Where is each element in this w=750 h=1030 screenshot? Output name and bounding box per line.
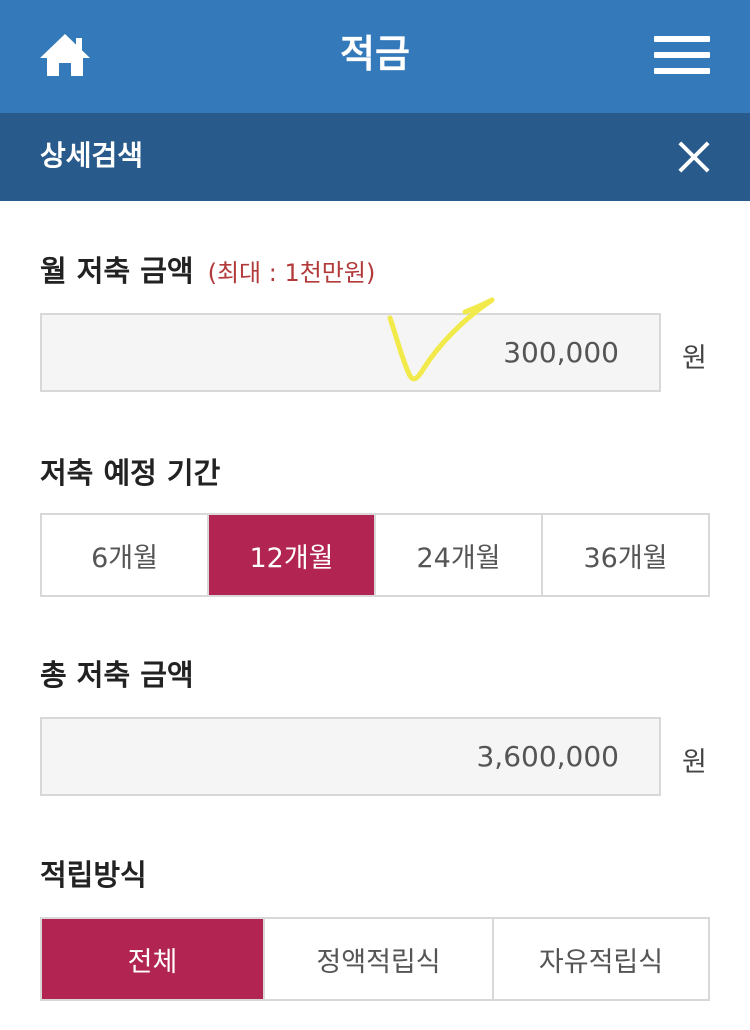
monthly-amount-label: 월 저축 금액 (최대 : 1천만원) [40, 254, 376, 288]
total-amount-unit: 원 [682, 747, 707, 778]
method-option-free[interactable]: 자유적립식 [492, 919, 708, 999]
page-title: 적금 [340, 32, 410, 76]
total-amount-field[interactable] [40, 717, 661, 796]
period-option-12[interactable]: 12개월 [207, 515, 374, 595]
close-icon[interactable] [672, 136, 716, 180]
hamburger-menu-icon [654, 36, 710, 42]
total-amount-label: 총 저축 금액 [40, 658, 194, 692]
period-option-36[interactable]: 36개월 [541, 515, 708, 595]
period-option-6[interactable]: 6개월 [42, 515, 207, 595]
app-header: 적금 [0, 0, 750, 113]
period-selector: 6개월 12개월 24개월 36개월 [40, 513, 710, 597]
period-label: 저축 예정 기간 [40, 456, 221, 490]
monthly-amount-unit: 원 [682, 343, 707, 374]
detail-search-header: 상세검색 [0, 113, 750, 201]
monthly-amount-input[interactable] [42, 315, 659, 390]
total-amount-input[interactable] [42, 719, 659, 794]
method-option-fixed[interactable]: 정액적립식 [263, 919, 492, 999]
max-amount-hint: (최대 : 1천만원) [207, 259, 376, 287]
home-icon [40, 34, 90, 76]
hamburger-menu-button[interactable] [652, 32, 712, 78]
period-option-24[interactable]: 24개월 [374, 515, 541, 595]
method-label: 적립방식 [40, 858, 147, 892]
home-button[interactable] [38, 32, 92, 78]
detail-search-title: 상세검색 [40, 139, 144, 172]
monthly-amount-field[interactable] [40, 313, 661, 392]
method-selector: 전체 정액적립식 자유적립식 [40, 917, 710, 1001]
method-option-all[interactable]: 전체 [42, 919, 263, 999]
